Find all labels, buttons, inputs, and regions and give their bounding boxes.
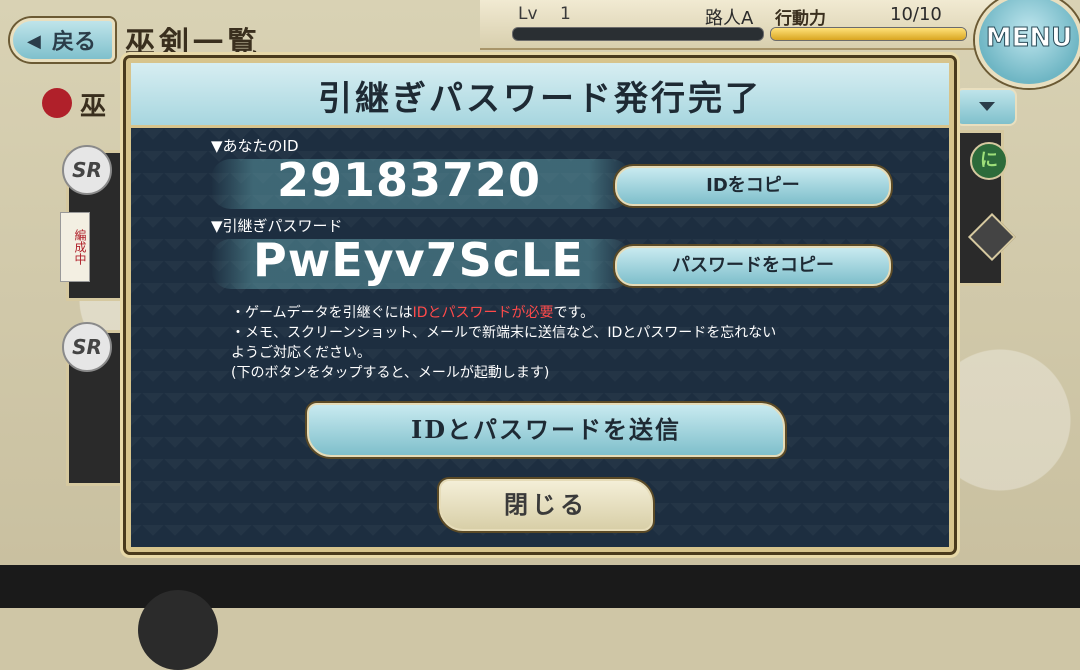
notice-line-1: ・ゲームデータを引継ぐにはIDとパスワードが必要です。 <box>231 305 595 321</box>
close-button[interactable]: 閉じる <box>439 479 653 531</box>
copy-password-button[interactable]: パスワードをコピー <box>615 246 891 286</box>
copy-id-button[interactable]: IDをコピー <box>615 166 891 206</box>
notice-highlight: IDとパスワードが必要 <box>412 305 554 321</box>
password-issued-dialog: 引継ぎパスワード発行完了 ▼あなたのID 29183720 IDをコピー ▼引継… <box>126 58 954 552</box>
back-arrow-icon: ◀ <box>27 31 41 52</box>
notice-line-2: ・メモ、スクリーンショット、メールで新端末に送信など、IDとパスワードを忘れない <box>231 325 777 341</box>
notice-line-3: ようご対応ください。 <box>231 345 371 361</box>
dialog-header: 引継ぎパスワード発行完了 <box>131 63 949 128</box>
back-button-label: 戻る <box>51 30 96 55</box>
in-party-tag: 編成中 <box>60 212 90 282</box>
page-title: 巫剣一覧 <box>125 26 261 61</box>
side-header-label: 巫 <box>80 92 107 122</box>
experience-bar <box>512 27 764 41</box>
id-value: 29183720 <box>277 153 542 207</box>
sort-dropdown[interactable] <box>955 88 1017 126</box>
notice-line-4: (下のボタンをタップすると、メールが起動します) <box>231 365 550 381</box>
back-button[interactable]: ◀ 戻る <box>10 18 115 62</box>
stamina-bar-fill <box>771 28 966 40</box>
system-home-indicator <box>138 590 218 670</box>
attribute-badge: に <box>970 142 1008 180</box>
sr-rarity-badge: SR <box>62 322 112 372</box>
password-value: PwEyv7ScLE <box>253 233 584 287</box>
sr-rarity-badge: SR <box>62 145 112 195</box>
stamina-bar <box>770 27 967 41</box>
level-label: Lv <box>518 4 538 24</box>
level-value: 1 <box>560 4 571 24</box>
crest-icon <box>42 88 72 118</box>
stamina-label: 行動力 <box>775 9 826 29</box>
send-id-password-button[interactable]: IDとパスワードを送信 <box>307 403 785 457</box>
stamina-value: 10/10 <box>890 4 942 25</box>
dialog-title: 引継ぎパスワード発行完了 <box>318 79 762 119</box>
